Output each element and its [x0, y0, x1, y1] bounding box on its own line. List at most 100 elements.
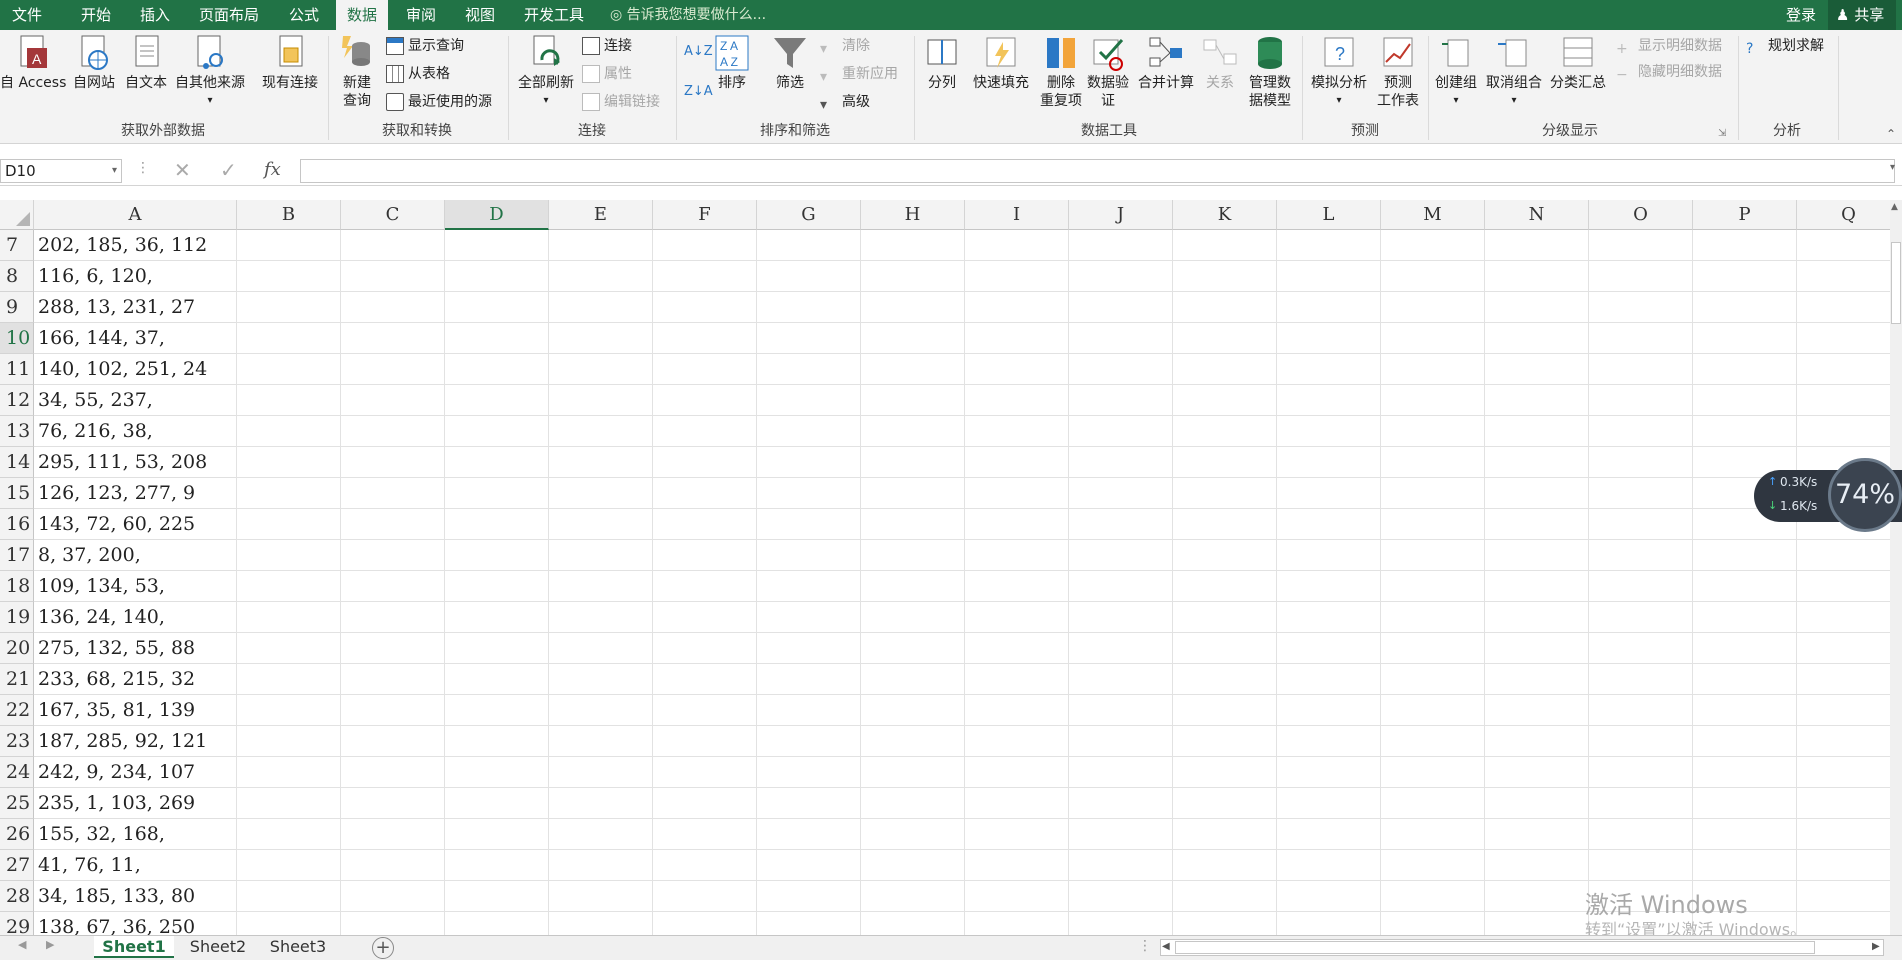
row-header[interactable]: 18	[0, 571, 34, 602]
consolidate-button[interactable]: 合并计算	[1134, 34, 1198, 118]
cancel-icon[interactable]: ✕	[174, 158, 191, 182]
row-header[interactable]: 11	[0, 354, 34, 385]
column-header-j[interactable]: J	[1069, 200, 1173, 230]
cell-a[interactable]: 76, 216, 38,	[34, 416, 237, 447]
vertical-scrollbar[interactable]: ▲	[1890, 200, 1902, 935]
hide-detail-button[interactable]: − 隐藏明细数据	[1616, 60, 1722, 84]
row-header[interactable]: 23	[0, 726, 34, 757]
column-header-c[interactable]: C	[341, 200, 445, 230]
cell-a[interactable]: 116, 6, 120,	[34, 261, 237, 292]
cell-a[interactable]: 109, 134, 53,	[34, 571, 237, 602]
clear-filter-button[interactable]: ▾ 清除	[820, 34, 870, 58]
horizontal-scroll-thumb[interactable]	[1175, 941, 1815, 954]
cell-a[interactable]: 8, 37, 200,	[34, 540, 237, 571]
cell-a[interactable]: 166, 144, 37,	[34, 323, 237, 354]
row-header[interactable]: 26	[0, 819, 34, 850]
cell-a[interactable]: 187, 285, 92, 121	[34, 726, 237, 757]
row-header[interactable]: 28	[0, 881, 34, 912]
reapply-button[interactable]: ▾ 重新应用	[820, 62, 898, 86]
sheet-tab-sheet2[interactable]: Sheet2	[180, 936, 256, 958]
enter-icon[interactable]: ✓	[220, 158, 237, 182]
refresh-all-button[interactable]: 全部刷新 ▾	[514, 34, 578, 118]
filter-button[interactable]: 筛选	[770, 34, 810, 118]
name-box[interactable]: D10 ▾	[0, 159, 122, 183]
row-header[interactable]: 8	[0, 261, 34, 292]
from-table-button[interactable]: 从表格	[386, 62, 450, 86]
row-header[interactable]: 16	[0, 509, 34, 540]
row-header[interactable]: 21	[0, 664, 34, 695]
column-header-l[interactable]: L	[1277, 200, 1381, 230]
cell-a[interactable]: 242, 9, 234, 107	[34, 757, 237, 788]
from-other-sources-button[interactable]: 自其他来源 ▾	[172, 34, 248, 118]
share-button[interactable]: ♟ 共享	[1828, 0, 1897, 30]
splitter-icon[interactable]: ⋮	[1138, 938, 1152, 954]
row-header[interactable]: 24	[0, 757, 34, 788]
text-to-columns-button[interactable]: 分列	[920, 34, 964, 118]
prev-sheet-icon[interactable]: ◀	[18, 938, 26, 951]
column-header-g[interactable]: G	[757, 200, 861, 230]
cell-a[interactable]: 41, 76, 11,	[34, 850, 237, 881]
cell-a[interactable]: 34, 55, 237,	[34, 385, 237, 416]
show-queries-button[interactable]: 显示查询	[386, 34, 464, 58]
flash-fill-button[interactable]: 快速填充	[968, 34, 1034, 118]
cell-a[interactable]: 275, 132, 55, 88	[34, 633, 237, 664]
expand-formula-icon[interactable]: ▾	[1890, 162, 1895, 173]
select-all-corner[interactable]	[0, 200, 34, 230]
insert-function-icon[interactable]: fx	[264, 159, 281, 180]
cell-a[interactable]: 235, 1, 103, 269	[34, 788, 237, 819]
cell-a[interactable]: 138, 67, 36, 250	[34, 912, 237, 935]
row-header[interactable]: 10	[0, 323, 34, 354]
column-header-k[interactable]: K	[1173, 200, 1277, 230]
group-button[interactable]: 创建组 ▾	[1432, 34, 1480, 118]
tab-review[interactable]: 审阅	[396, 0, 446, 30]
sort-ascending-button[interactable]: A↓Z	[684, 40, 713, 64]
row-header[interactable]: 15	[0, 478, 34, 509]
data-validation-button[interactable]: 数据验 证	[1084, 34, 1132, 118]
subtotal-button[interactable]: 分类汇总	[1546, 34, 1610, 118]
scroll-left-icon[interactable]: ◀	[1162, 941, 1170, 952]
tab-data[interactable]: 数据	[336, 0, 388, 30]
sort-button[interactable]: Z AA Z 排序	[712, 34, 752, 118]
from-web-button[interactable]: 自网站	[68, 34, 120, 118]
row-header[interactable]: 9	[0, 292, 34, 323]
column-header-p[interactable]: P	[1693, 200, 1797, 230]
sheet-tab-sheet3[interactable]: Sheet3	[260, 936, 336, 958]
row-header[interactable]: 17	[0, 540, 34, 571]
sheet-tab-sheet1[interactable]: Sheet1	[94, 936, 174, 958]
row-header[interactable]: 29	[0, 912, 34, 935]
tab-insert[interactable]: 插入	[130, 0, 180, 30]
row-header[interactable]: 12	[0, 385, 34, 416]
cell-a[interactable]: 34, 185, 133, 80	[34, 881, 237, 912]
sort-descending-button[interactable]: Z↓A	[684, 80, 713, 104]
row-header[interactable]: 27	[0, 850, 34, 881]
connections-button[interactable]: 连接	[582, 34, 632, 58]
column-header-m[interactable]: M	[1381, 200, 1485, 230]
tell-me-box[interactable]: ◎ 告诉我您想要做什么...	[610, 0, 766, 30]
column-header-o[interactable]: O	[1589, 200, 1693, 230]
cell-a[interactable]: 202, 185, 36, 112	[34, 230, 237, 261]
remove-duplicates-button[interactable]: 删除 重复项	[1036, 34, 1086, 118]
column-header-f[interactable]: F	[653, 200, 757, 230]
from-access-button[interactable]: A 自 Access	[0, 34, 66, 118]
scroll-up-icon[interactable]: ▲	[1891, 202, 1898, 212]
recent-sources-button[interactable]: 最近使用的源	[386, 90, 492, 114]
cell-a[interactable]: 126, 123, 277, 9	[34, 478, 237, 509]
login-button[interactable]: 登录	[1786, 0, 1816, 30]
existing-connections-button[interactable]: 现有连接	[256, 34, 324, 118]
cell-a[interactable]: 167, 35, 81, 139	[34, 695, 237, 726]
tab-page-layout[interactable]: 页面布局	[190, 0, 268, 30]
cell-a[interactable]: 295, 111, 53, 208	[34, 447, 237, 478]
tab-file[interactable]: 文件	[0, 0, 54, 30]
forecast-sheet-button[interactable]: 预测 工作表	[1374, 34, 1422, 118]
advanced-filter-button[interactable]: ▾ 高级	[820, 90, 870, 114]
from-text-button[interactable]: 自文本	[122, 34, 170, 118]
row-header[interactable]: 13	[0, 416, 34, 447]
ungroup-button[interactable]: 取消组合 ▾	[1482, 34, 1546, 118]
row-header[interactable]: 7	[0, 230, 34, 261]
column-header-b[interactable]: B	[237, 200, 341, 230]
add-sheet-icon[interactable]: +	[372, 937, 394, 959]
row-header[interactable]: 22	[0, 695, 34, 726]
cell-a[interactable]: 233, 68, 215, 32	[34, 664, 237, 695]
relationships-button[interactable]: 关系	[1200, 34, 1240, 118]
tab-home[interactable]: 开始	[70, 0, 122, 30]
